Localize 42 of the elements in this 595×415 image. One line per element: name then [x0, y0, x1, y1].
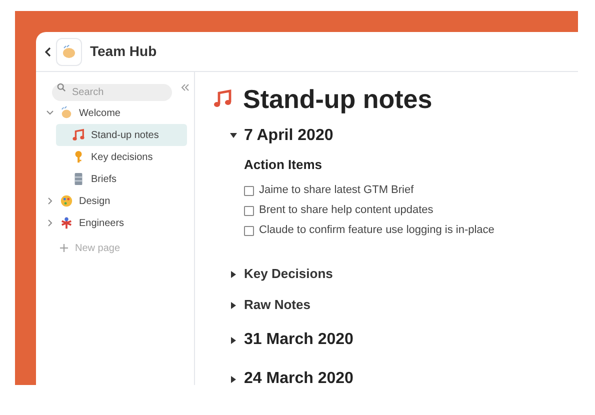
triangle-right-icon[interactable] — [230, 336, 237, 344]
toggle-heading[interactable]: 24 March 2020 — [244, 367, 354, 391]
workspace-title: Team Hub — [90, 42, 157, 61]
sidebar-item[interactable]: Stand-up notes — [56, 124, 187, 146]
toggle-heading[interactable]: Key Decisions — [244, 264, 333, 284]
toggle-heading[interactable]: 31 March 2020 — [244, 328, 354, 352]
sidebar-item[interactable]: Welcome — [79, 106, 120, 120]
chevron-down-icon[interactable] — [46, 109, 54, 117]
block-heading: Action Items — [244, 156, 324, 174]
toggle-heading[interactable]: 7 April 2020 — [244, 124, 334, 148]
task-text: Jaime to share latest GTM Brief — [259, 183, 414, 198]
toggle-heading[interactable]: Raw Notes — [244, 295, 310, 315]
search-field[interactable]: Search — [52, 84, 172, 101]
page-title: Stand-up notes — [243, 83, 432, 116]
checkbox[interactable] — [244, 226, 254, 236]
sidebar-item[interactable]: Key decisions — [56, 146, 187, 168]
waving-hand-icon — [60, 106, 73, 120]
sidebar-item[interactable]: Design — [79, 194, 110, 208]
workspace-icon — [56, 38, 82, 66]
palette-icon — [60, 194, 73, 208]
chevron-right-icon[interactable] — [46, 219, 54, 227]
search-icon — [57, 83, 66, 92]
plus-icon — [60, 244, 68, 252]
triangle-down-icon[interactable] — [230, 132, 237, 139]
music-note-icon — [72, 128, 85, 142]
task-text: Claude to confirm feature use logging is in-place — [259, 223, 494, 238]
checkbox[interactable] — [244, 186, 254, 196]
chevron-right-icon[interactable] — [46, 197, 54, 205]
filing-cabinet-icon — [72, 172, 85, 186]
sidebar-item[interactable]: Briefs — [56, 168, 187, 190]
triangle-right-icon[interactable] — [230, 302, 237, 308]
triangle-right-icon[interactable] — [230, 376, 237, 382]
sidebar-item[interactable]: Engineers — [79, 216, 124, 230]
sidebar-item-label: Stand-up notes — [91, 128, 159, 142]
collapse-sidebar-icon[interactable] — [181, 84, 189, 91]
checkbox[interactable] — [244, 206, 254, 216]
triangle-right-icon[interactable] — [230, 270, 237, 278]
figure-icon — [60, 216, 73, 230]
sidebar-item-label: Key decisions — [91, 150, 153, 164]
task-text: Brent to share help content updates — [259, 203, 434, 218]
sidebar-item-label: Briefs — [91, 172, 117, 186]
music-note-icon — [213, 89, 233, 109]
